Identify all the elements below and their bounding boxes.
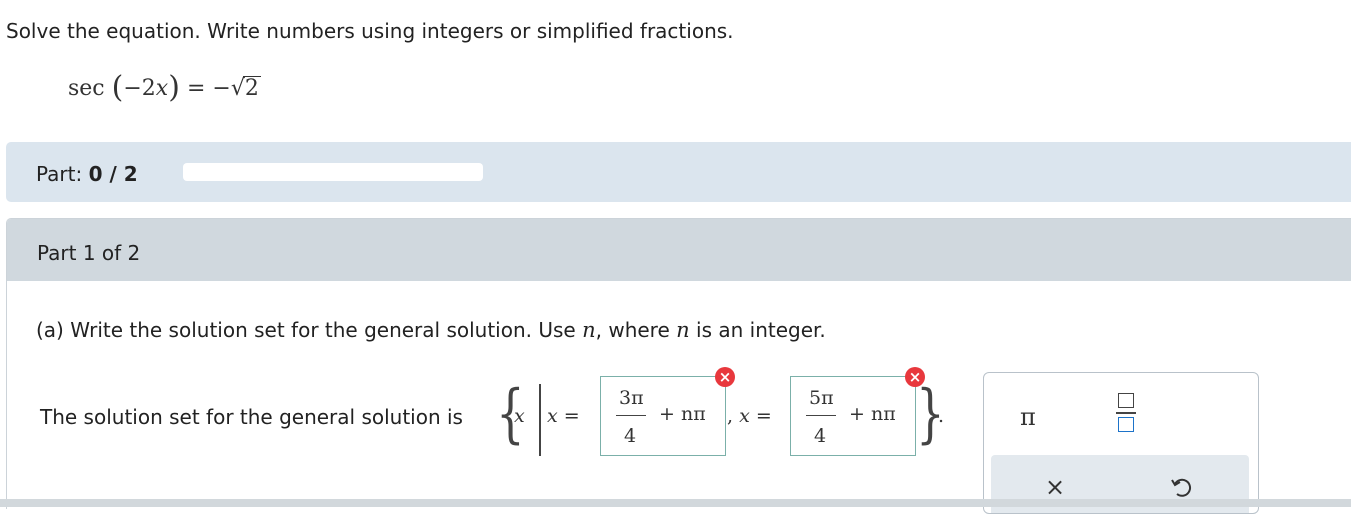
instruction-text: Solve the equation. Write numbers using … <box>6 19 734 43</box>
set-variable: x <box>514 405 525 427</box>
answer-box-2[interactable]: 5π 4 + nπ × <box>790 367 925 456</box>
sec-function: sec <box>68 76 105 101</box>
answer-box-1[interactable]: 3π 4 + nπ × <box>600 367 735 456</box>
scrollbar-track[interactable] <box>0 499 1351 507</box>
box1-term[interactable]: + nπ <box>659 403 706 425</box>
error-icon: × <box>715 367 735 387</box>
equation: sec (−2x) = −√2 <box>68 70 261 105</box>
part-count: 0 / 2 <box>88 162 138 186</box>
part-label: Part: 0 / 2 <box>36 162 138 186</box>
undo-icon[interactable] <box>1169 475 1193 499</box>
question-mid: , where <box>595 318 670 342</box>
part-1-header: Part 1 of 2 <box>7 219 1351 281</box>
part-label-text: Part: <box>36 162 83 186</box>
radicand: 2 <box>242 76 261 101</box>
part-1-title: Part 1 of 2 <box>37 241 141 265</box>
progress-track <box>183 163 483 181</box>
arg-variable: x <box>155 76 169 101</box>
box2-fraction-bar <box>806 415 836 416</box>
question-prefix: (a) Write the solution set for the gener… <box>36 318 576 342</box>
box1-denominator[interactable]: 4 <box>619 425 641 447</box>
pi-icon[interactable]: π <box>1020 403 1036 431</box>
period: . <box>938 405 945 427</box>
arg-coefficient: −2 <box>123 76 156 101</box>
rhs-sign: − <box>212 76 231 101</box>
question-text: (a) Write the solution set for the gener… <box>36 318 826 342</box>
box1-numerator[interactable]: 3π <box>619 387 644 409</box>
set-divider <box>539 384 541 456</box>
box2-numerator[interactable]: 5π <box>809 387 834 409</box>
answer-label: The solution set for the general solutio… <box>40 405 463 429</box>
math-toolbox: π × <box>983 372 1259 514</box>
fraction-icon[interactable] <box>1116 393 1136 435</box>
clear-icon[interactable]: × <box>1045 473 1065 501</box>
question-suffix: is an integer. <box>696 318 826 342</box>
box2-denominator[interactable]: 4 <box>809 425 831 447</box>
box1-fraction-bar <box>616 415 646 416</box>
question-var: n <box>582 318 596 342</box>
question-var2: n <box>676 318 690 342</box>
part-progress-bar: Part: 0 / 2 <box>6 142 1351 202</box>
equals-label-1: x = <box>547 405 580 427</box>
box2-term[interactable]: + nπ <box>849 403 896 425</box>
separator: , x = <box>727 405 772 427</box>
